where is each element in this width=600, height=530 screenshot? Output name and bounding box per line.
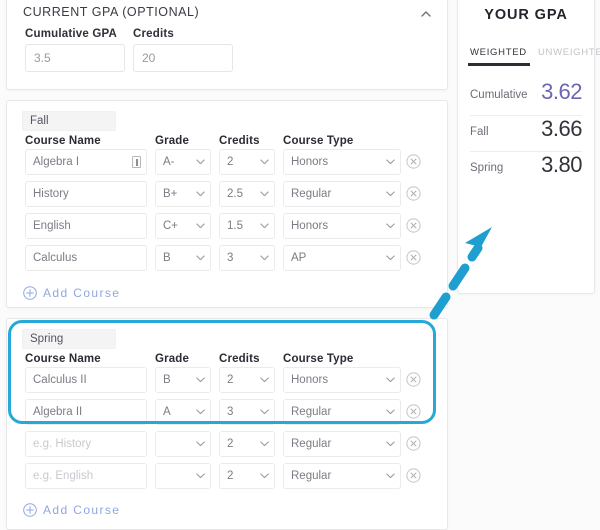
remove-course-button[interactable] <box>406 372 421 387</box>
chevron-up-icon[interactable] <box>419 7 433 21</box>
add-course-label: Add Course <box>43 286 121 300</box>
course-name-input[interactable]: e.g. English <box>25 463 147 489</box>
gpa-calculator-screen: CURRENT GPA (OPTIONAL) Cumulative GPA Cr… <box>0 0 600 530</box>
course-type-select[interactable]: Regular <box>283 463 401 489</box>
add-course-button[interactable]: Add Course <box>23 503 120 517</box>
remove-course-button[interactable] <box>406 154 421 169</box>
grade-select[interactable]: C+ <box>155 213 211 239</box>
grade-select[interactable]: A <box>155 399 211 425</box>
term-card-fall: Fall Course Name Grade Credits Course Type Al… <box>6 100 448 308</box>
text-cursor-icon <box>132 156 141 168</box>
grade-select[interactable]: A- <box>155 149 211 175</box>
gpa-row-label: Spring <box>470 162 504 174</box>
cumulative-gpa-input[interactable]: 3.5 <box>25 44 125 72</box>
your-gpa-title: YOUR GPA <box>484 7 568 23</box>
col-header-credits: Credits <box>219 135 260 147</box>
credits-select[interactable]: 2 <box>219 367 275 393</box>
gpa-row-label: Cumulative <box>470 89 528 101</box>
current-gpa-title: CURRENT GPA (OPTIONAL) <box>23 5 200 19</box>
remove-course-button[interactable] <box>406 436 421 451</box>
plus-circle-icon <box>23 503 37 517</box>
course-type-select[interactable]: Honors <box>283 213 401 239</box>
course-name-input[interactable]: English <box>25 213 147 239</box>
add-course-button[interactable]: Add Course <box>23 286 120 300</box>
gpa-row: Fall 3.66 <box>470 115 582 152</box>
col-header-grade: Grade <box>155 353 189 365</box>
credits-label: Credits <box>133 28 175 40</box>
gpa-row-label: Fall <box>470 126 489 138</box>
plus-circle-icon <box>23 286 37 300</box>
credits-select[interactable]: 3 <box>219 399 275 425</box>
remove-course-button[interactable] <box>406 468 421 483</box>
course-type-select[interactable]: Regular <box>283 399 401 425</box>
course-type-select[interactable]: Honors <box>283 367 401 393</box>
grade-select[interactable]: B <box>155 367 211 393</box>
course-type-select[interactable]: AP <box>283 245 401 271</box>
col-header-course-type: Course Type <box>283 135 354 147</box>
active-tab-underline <box>468 63 530 66</box>
col-header-credits: Credits <box>219 353 260 365</box>
remove-course-button[interactable] <box>406 404 421 419</box>
gpa-tabs: WEIGHTED UNWEIGHTED <box>458 47 600 69</box>
your-gpa-panel: YOUR GPA WEIGHTED UNWEIGHTED Cumulative 3… <box>457 0 600 294</box>
col-header-grade: Grade <box>155 135 189 147</box>
current-gpa-card: CURRENT GPA (OPTIONAL) Cumulative GPA Cr… <box>6 0 448 90</box>
course-name-input[interactable]: Calculus II <box>25 367 147 393</box>
tab-weighted[interactable]: WEIGHTED <box>470 47 527 58</box>
term-name-input-spring[interactable]: Spring <box>22 329 116 349</box>
course-type-select[interactable]: Regular <box>283 181 401 207</box>
tab-unweighted[interactable]: UNWEIGHTED <box>538 47 600 58</box>
credits-select[interactable]: 1.5 <box>219 213 275 239</box>
course-name-input[interactable]: Algebra II <box>25 399 147 425</box>
credits-select[interactable]: 2.5 <box>219 181 275 207</box>
course-name-input[interactable]: e.g. History <box>25 431 147 457</box>
credits-select[interactable]: 3 <box>219 245 275 271</box>
grade-select[interactable]: B <box>155 245 211 271</box>
remove-course-button[interactable] <box>406 218 421 233</box>
col-header-course-type: Course Type <box>283 353 354 365</box>
term-card-spring: Spring Course Name Grade Credits Course Type… <box>6 318 448 530</box>
credits-select[interactable]: 2 <box>219 463 275 489</box>
credits-input[interactable]: 20 <box>133 44 233 72</box>
col-header-course-name: Course Name <box>25 135 101 147</box>
gpa-row: Cumulative 3.62 <box>470 79 582 115</box>
course-type-select[interactable]: Regular <box>283 431 401 457</box>
course-name-input[interactable]: Algebra I <box>25 149 147 175</box>
gpa-row-value: 3.62 <box>541 79 582 104</box>
credits-select[interactable]: 2 <box>219 149 275 175</box>
gpa-row-value: 3.80 <box>541 152 582 177</box>
col-header-course-name: Course Name <box>25 353 101 365</box>
cumulative-gpa-label: Cumulative GPA <box>25 28 118 40</box>
remove-course-button[interactable] <box>406 250 421 265</box>
course-name-input[interactable]: Calculus <box>25 245 147 271</box>
add-course-label: Add Course <box>43 503 121 517</box>
credits-select[interactable]: 2 <box>219 431 275 457</box>
course-name-input[interactable]: History <box>25 181 147 207</box>
gpa-row: Spring 3.80 <box>470 151 582 188</box>
grade-select[interactable]: B+ <box>155 181 211 207</box>
term-name-input-fall[interactable]: Fall <box>22 111 116 131</box>
grade-select[interactable] <box>155 431 211 457</box>
remove-course-button[interactable] <box>406 186 421 201</box>
gpa-row-value: 3.66 <box>541 116 582 141</box>
course-type-select[interactable]: Honors <box>283 149 401 175</box>
grade-select[interactable] <box>155 463 211 489</box>
